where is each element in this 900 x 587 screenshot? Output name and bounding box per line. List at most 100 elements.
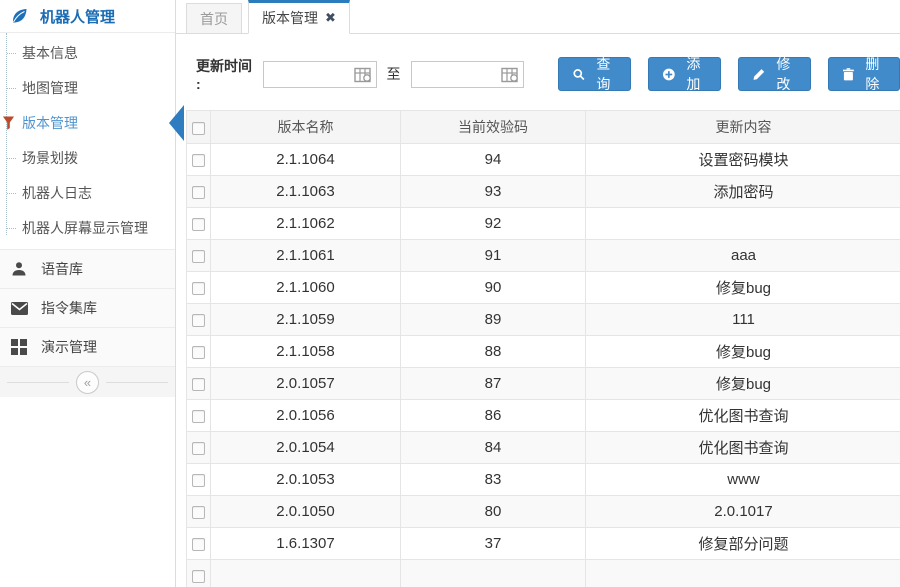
sidebar-item-label: 基本信息 — [22, 43, 78, 63]
calendar-icon[interactable] — [354, 67, 372, 83]
sidebar-item-scene-allocation[interactable]: 场景划拨 — [0, 140, 175, 175]
row-checkbox[interactable] — [192, 314, 205, 327]
code-cell: 80 — [401, 496, 586, 528]
search-icon — [573, 68, 585, 81]
sidebar-item-command-library[interactable]: 指令集库 — [0, 288, 175, 327]
content-cell — [586, 208, 900, 240]
checkbox-cell — [187, 464, 211, 496]
row-checkbox[interactable] — [192, 154, 205, 167]
content-cell: 修复部分问题 — [586, 528, 900, 560]
row-checkbox[interactable] — [192, 538, 205, 551]
content-cell: 优化图书查询 — [586, 400, 900, 432]
code-cell: 88 — [401, 336, 586, 368]
sidebar-item-demo-management[interactable]: 演示管理 — [0, 327, 175, 366]
row-checkbox[interactable] — [192, 442, 205, 455]
content-cell: aaa — [586, 240, 900, 272]
checkbox-cell — [187, 272, 211, 304]
checkbox-cell — [187, 208, 211, 240]
sidebar-item-basic-info[interactable]: 基本信息 — [0, 35, 175, 70]
sidebar-tree: 基本信息 地图管理 版本管理 场景划拨 机器人日志 机器人屏幕显示管理 — [0, 33, 175, 249]
code-cell: 87 — [401, 368, 586, 400]
column-header-code: 当前效验码 — [401, 111, 586, 144]
funnel-icon — [2, 115, 15, 131]
tab-bar: 首页 版本管理 ✖ — [176, 0, 900, 34]
sidebar-collapse-row: « — [0, 366, 175, 397]
row-checkbox[interactable] — [192, 218, 205, 231]
code-cell: 90 — [401, 272, 586, 304]
sidebar-item-label: 语音库 — [41, 259, 83, 279]
filter-bar: 更新时间 : 至 — [176, 34, 900, 110]
app-title: 机器人管理 — [40, 6, 115, 27]
sidebar-item-map-management[interactable]: 地图管理 — [0, 70, 175, 105]
table-row: 2.1.1058 88 修复bug — [187, 336, 900, 368]
row-checkbox[interactable] — [192, 506, 205, 519]
row-checkbox[interactable] — [192, 250, 205, 263]
calendar-icon[interactable] — [501, 67, 519, 83]
close-tab-icon[interactable]: ✖ — [325, 10, 336, 26]
code-cell: 93 — [401, 176, 586, 208]
code-cell: 86 — [401, 400, 586, 432]
code-cell: 94 — [401, 144, 586, 176]
row-checkbox[interactable] — [192, 346, 205, 359]
add-button[interactable]: 添加 — [648, 57, 721, 91]
plus-icon — [663, 68, 675, 81]
query-button[interactable]: 查询 — [558, 57, 631, 91]
tab-home[interactable]: 首页 — [186, 3, 242, 34]
button-label: 添加 — [681, 54, 706, 94]
checkbox-cell — [187, 560, 211, 587]
checkbox-cell — [187, 400, 211, 432]
code-cell: 89 — [401, 304, 586, 336]
version-cell: 2.1.1061 — [211, 240, 401, 272]
content-cell: 111 — [586, 304, 900, 336]
sidebar-item-label: 场景划拨 — [22, 148, 78, 168]
checkbox-cell — [187, 528, 211, 560]
row-checkbox[interactable] — [192, 410, 205, 423]
column-header-version: 版本名称 — [211, 111, 401, 144]
content-cell — [586, 560, 900, 587]
sidebar-item-label: 地图管理 — [22, 78, 78, 98]
delete-button[interactable]: 删除 — [828, 57, 900, 91]
edit-icon — [753, 68, 765, 81]
version-cell: 2.0.1056 — [211, 400, 401, 432]
row-checkbox[interactable] — [192, 474, 205, 487]
version-cell: 1.6.1307 — [211, 528, 401, 560]
sidebar-item-robot-log[interactable]: 机器人日志 — [0, 175, 175, 210]
select-all-checkbox[interactable] — [192, 122, 205, 135]
sidebar-item-voice-library[interactable]: 语音库 — [0, 249, 175, 288]
table-row: 2.0.1050 80 2.0.1017 — [187, 496, 900, 528]
version-cell: 2.1.1059 — [211, 304, 401, 336]
button-label: 删除 — [860, 54, 885, 94]
table-row: 2.1.1064 94 设置密码模块 — [187, 144, 900, 176]
version-cell: 2.0.1054 — [211, 432, 401, 464]
sidebar-item-robot-screen-display[interactable]: 机器人屏幕显示管理 — [0, 210, 175, 245]
checkbox-cell — [187, 304, 211, 336]
checkbox-cell — [187, 176, 211, 208]
sidebar-item-label: 指令集库 — [41, 298, 97, 318]
row-checkbox[interactable] — [192, 570, 205, 583]
code-cell: 84 — [401, 432, 586, 464]
version-cell: 2.0.1057 — [211, 368, 401, 400]
column-header-content: 更新内容 — [586, 111, 900, 144]
checkbox-cell — [187, 336, 211, 368]
envelope-icon — [10, 299, 28, 317]
edit-button[interactable]: 修改 — [738, 57, 811, 91]
sidebar-header: 机器人管理 — [0, 0, 175, 33]
row-checkbox[interactable] — [192, 282, 205, 295]
checkbox-cell — [187, 240, 211, 272]
code-cell: 37 — [401, 528, 586, 560]
version-table: 版本名称 当前效验码 更新内容 2.1.1064 94 设置密码模块 2.1.1… — [186, 110, 900, 587]
row-checkbox[interactable] — [192, 186, 205, 199]
code-cell: 91 — [401, 240, 586, 272]
row-checkbox[interactable] — [192, 378, 205, 391]
version-cell: 2.1.1062 — [211, 208, 401, 240]
content-cell: 优化图书查询 — [586, 432, 900, 464]
tab-version-management[interactable]: 版本管理 ✖ — [248, 0, 350, 34]
table-row: 2.0.1056 86 优化图书查询 — [187, 400, 900, 432]
table-row: 2.1.1063 93 添加密码 — [187, 176, 900, 208]
sidebar-item-version-management[interactable]: 版本管理 — [0, 105, 175, 140]
content-cell: 设置密码模块 — [586, 144, 900, 176]
code-cell: 92 — [401, 208, 586, 240]
grid-icon — [10, 338, 28, 356]
collapse-sidebar-button[interactable]: « — [76, 371, 99, 394]
content-cell: 修复bug — [586, 272, 900, 304]
